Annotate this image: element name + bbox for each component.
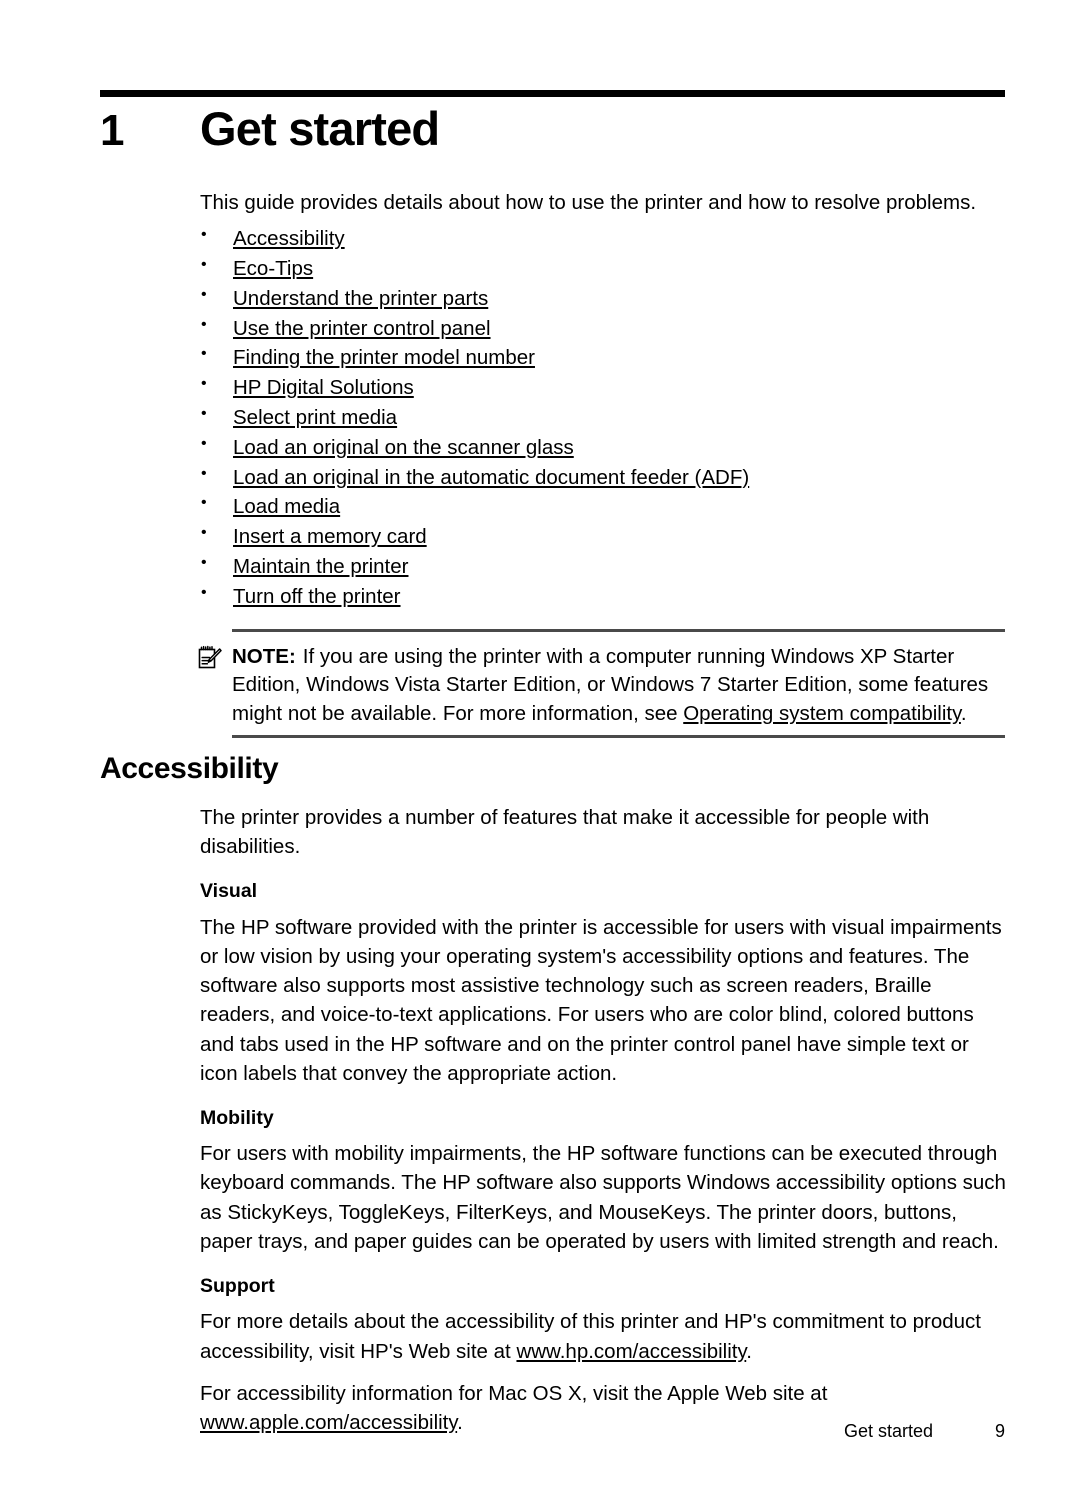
accessibility-section-body: The printer provides a number of feature… — [200, 803, 1010, 1454]
list-item: Insert a memory card — [200, 521, 1005, 552]
note-pencil-icon — [198, 645, 222, 670]
sub-heading-visual: Visual — [200, 880, 258, 903]
chapter-heading: 1 Get started — [100, 102, 1005, 156]
note-top-rule — [232, 628, 1005, 632]
list-item: HP Digital Solutions — [200, 372, 1005, 403]
footer-page-number: 9 — [994, 1421, 1005, 1441]
intro-paragraph: This guide provides details about how to… — [200, 191, 977, 214]
toc-link-select-print-media[interactable]: Select print media — [233, 406, 397, 429]
list-item: Accessibility — [200, 223, 1005, 254]
note-label: NOTE: — [232, 644, 296, 668]
visual-paragraph: The HP software provided with the printe… — [200, 915, 1002, 1085]
chapter-title: Get started — [200, 102, 440, 155]
list-item: Finding the printer model number — [200, 342, 1005, 373]
note-bottom-rule — [232, 734, 1005, 738]
toc-link-load-original-scanner-glass[interactable]: Load an original on the scanner glass — [233, 436, 574, 459]
note-body: NOTE: If you are using the printer with a… — [200, 629, 1005, 738]
list-item: Load media — [200, 491, 1005, 522]
toc-link-load-original-adf[interactable]: Load an original in the automatic docume… — [233, 466, 749, 489]
toc-link-load-media[interactable]: Load media — [233, 495, 340, 518]
footer-chapter-title: Get started — [843, 1421, 933, 1441]
list-item: Turn off the printer — [200, 581, 1005, 612]
list-item: Maintain the printer — [200, 551, 1005, 582]
toc-link-turn-off-printer[interactable]: Turn off the printer — [233, 585, 401, 608]
toc-link-eco-tips[interactable]: Eco-Tips — [233, 257, 313, 280]
note-callout: NOTE: If you are using the printer with a… — [198, 628, 1005, 738]
mobility-paragraph: For users with mobility impairments, the… — [200, 1142, 1006, 1253]
note-text-after-link: . — [960, 702, 967, 726]
toc-link-insert-memory-card[interactable]: Insert a memory card — [233, 525, 427, 548]
list-item: Load an original on the scanner glass — [200, 432, 1005, 463]
toc-link-use-printer-control-panel[interactable]: Use the printer control panel — [233, 317, 491, 340]
sub-heading-mobility: Mobility — [200, 1106, 274, 1129]
chapter-divider-rule — [100, 90, 1005, 97]
list-item: Load an original in the automatic docume… — [200, 462, 1005, 493]
document-page: 1 Get started This guide provides detail… — [0, 0, 1080, 1495]
list-item: Use the printer control panel — [200, 313, 1005, 344]
list-item: Eco-Tips — [200, 253, 1005, 284]
support-para1-text-after: . — [746, 1339, 752, 1363]
list-item: Understand the printer parts — [200, 283, 1005, 314]
list-item: Select print media — [200, 402, 1005, 433]
note-link-operating-system-compatibility[interactable]: Operating system compatibility — [683, 702, 961, 725]
toc-link-finding-printer-model-number[interactable]: Finding the printer model number — [233, 346, 535, 369]
accessibility-intro-paragraph: The printer provides a number of feature… — [200, 806, 930, 859]
chapter-topic-list: Accessibility Eco-Tips Understand the pr… — [200, 223, 1005, 612]
section-heading-accessibility: Accessibility — [100, 752, 279, 785]
chapter-intro-block: This guide provides details about how to… — [198, 188, 1005, 738]
sub-heading-support: Support — [200, 1275, 275, 1298]
toc-link-hp-digital-solutions[interactable]: HP Digital Solutions — [233, 376, 414, 399]
support-paragraph-hp: For more details about the accessibility… — [200, 1307, 1010, 1365]
toc-link-accessibility[interactable]: Accessibility — [233, 227, 345, 250]
support-link-hp-accessibility[interactable]: www.hp.com/accessibility — [516, 1340, 746, 1363]
toc-link-understand-printer-parts[interactable]: Understand the printer parts — [233, 287, 488, 310]
chapter-number: 1 — [100, 106, 124, 155]
page-footer: Get started 9 — [100, 1421, 1005, 1442]
toc-link-maintain-printer[interactable]: Maintain the printer — [233, 555, 408, 578]
support-para2-text-before: For accessibility information for Mac OS… — [200, 1381, 828, 1405]
